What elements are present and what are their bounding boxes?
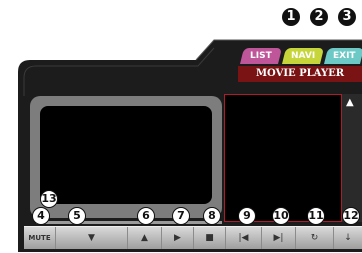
callout-9: 9 [238, 207, 256, 225]
playlist-scrollbar[interactable]: ▲ [342, 94, 362, 222]
stop-button[interactable]: ■ [194, 227, 226, 249]
repeat-button[interactable]: ↻ [296, 227, 334, 249]
video-screen[interactable] [40, 106, 212, 204]
callout-7: 7 [172, 207, 190, 225]
volume-down-button[interactable]: ▼ [56, 227, 128, 249]
download-button[interactable]: ↓ [334, 227, 362, 249]
callout-4: 4 [32, 207, 50, 225]
next-button[interactable]: ▶| [262, 227, 296, 249]
play-button[interactable]: ▶ [162, 227, 194, 249]
callout-6: 6 [137, 207, 155, 225]
tab-list-label: LIST [250, 51, 272, 61]
movie-player-diagram: 1 2 3 LIST NAVI EXIT MOVIE PLAYER ▲ MUTE… [0, 0, 362, 253]
scroll-up-icon[interactable]: ▲ [346, 98, 354, 108]
tab-list[interactable]: LIST [240, 48, 282, 64]
progress-bar[interactable] [36, 221, 222, 224]
callout-1: 1 [282, 8, 300, 26]
callout-5: 5 [68, 207, 86, 225]
volume-up-button[interactable]: ▲ [128, 227, 162, 249]
callout-11: 11 [307, 207, 325, 225]
callout-8: 8 [203, 207, 221, 225]
control-bar: MUTE ▼ ▲ ▶ ■ |◀ ▶| ↻ ↓ [24, 226, 362, 249]
tab-exit[interactable]: EXIT [324, 48, 362, 64]
tab-exit-label: EXIT [332, 51, 356, 61]
callout-10: 10 [272, 207, 290, 225]
callout-12: 12 [342, 207, 360, 225]
mute-button[interactable]: MUTE [24, 227, 56, 249]
callout-2: 2 [310, 8, 328, 26]
previous-button[interactable]: |◀ [226, 227, 262, 249]
page-title: MOVIE PLAYER [238, 66, 362, 82]
video-frame [30, 96, 222, 218]
callout-3: 3 [338, 8, 356, 26]
playlist-panel[interactable] [224, 94, 342, 222]
tab-navi[interactable]: NAVI [282, 48, 324, 64]
callout-13: 13 [40, 190, 58, 208]
tab-navi-label: NAVI [290, 51, 316, 61]
